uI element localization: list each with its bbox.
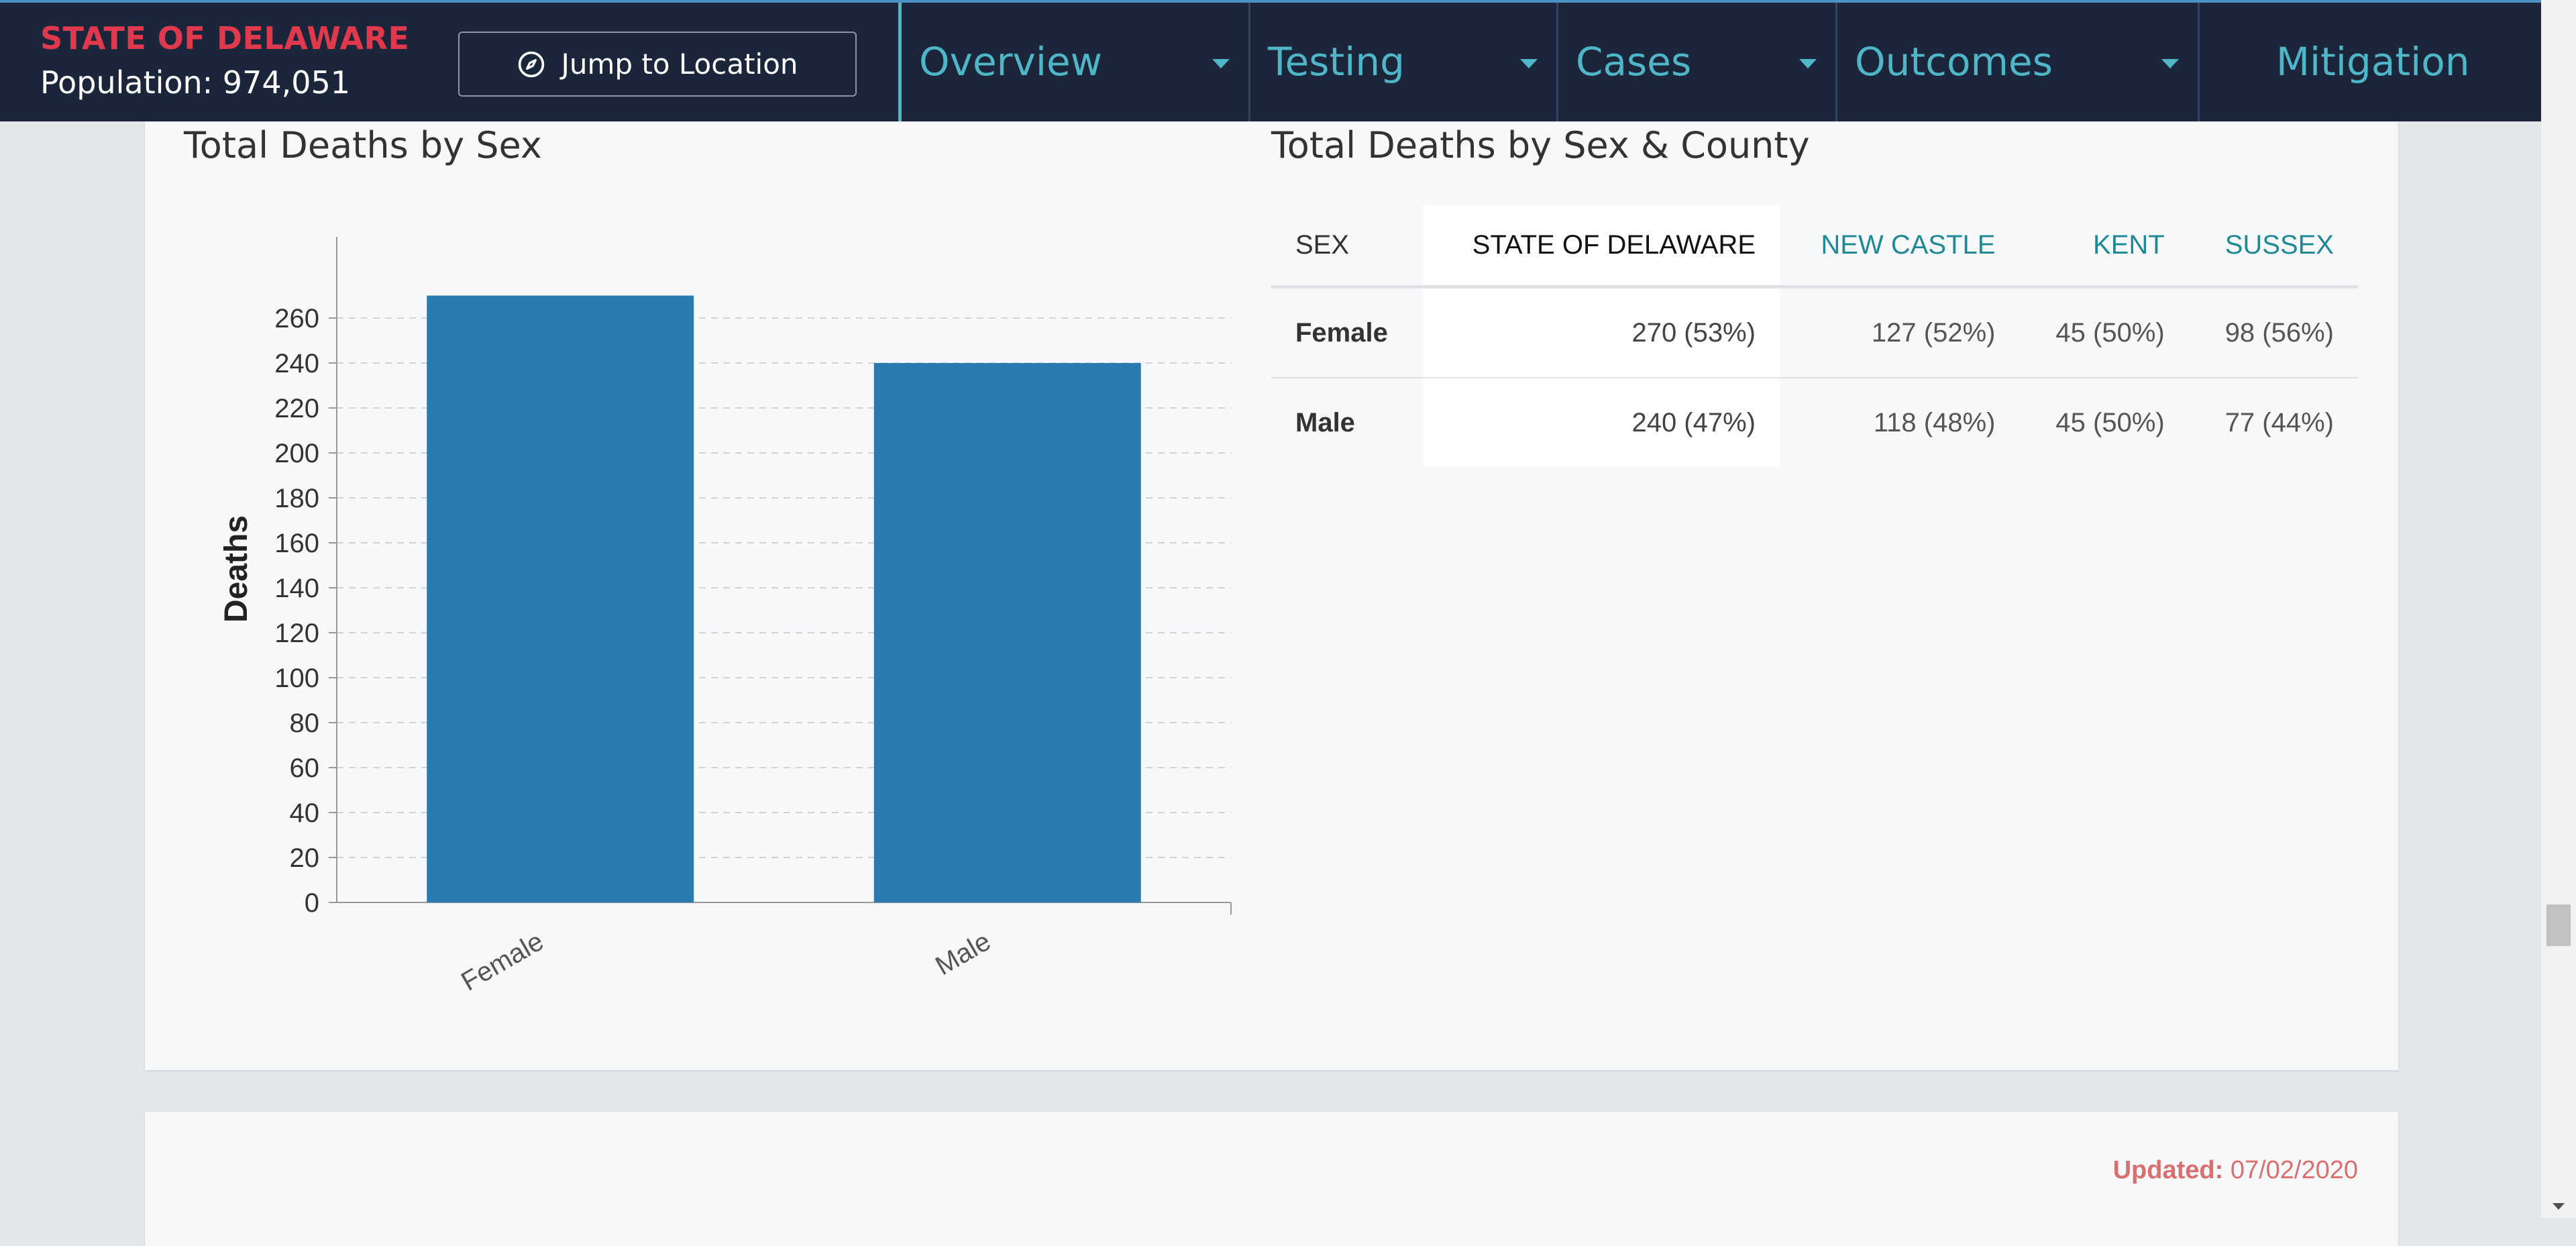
bar-male [873, 363, 1141, 902]
y-axis-title: Deaths [219, 515, 254, 623]
top-navigation-bar: STATE OF DELAWARE Population: 974,051 Ju… [0, 0, 2541, 124]
column-header-sussex[interactable]: SUSSEX [2188, 205, 2358, 289]
jump-to-location-button[interactable]: Jump to Location [458, 32, 857, 97]
cell-state: 240 (47%) [1422, 378, 1780, 467]
updated-label: Updated: [2112, 1156, 2224, 1184]
nav-tab-label: Overview [919, 39, 1103, 85]
cell-sussex: 77 (44%) [2224, 407, 2334, 437]
updated-date: 07/02/2020 [2230, 1156, 2358, 1184]
chevron-down-icon [1212, 59, 1230, 68]
scroll-down-arrow-icon[interactable] [2553, 1203, 2565, 1210]
y-tick-label: 40 [290, 798, 320, 828]
location-name: STATE OF DELAWARE [40, 20, 410, 56]
deaths-by-sex-title: Total Deaths by Sex [184, 124, 542, 166]
compass-icon [519, 51, 545, 77]
cell-state: 270 (53%) [1422, 287, 1780, 378]
nav-tab-outcomes[interactable]: Outcomes [1835, 3, 2198, 124]
cell-new-castle: 127 (52%) [1780, 287, 2020, 378]
nav-tab-overview[interactable]: Overview [898, 3, 1248, 124]
next-section-panel: Updated: 07/02/2020 [145, 1112, 2398, 1246]
table-row-male: Male 240 (47%) 118 (48%) 45 (50%) 77 (44… [1271, 378, 2358, 467]
cell-new-castle: 118 (48%) [1873, 407, 1996, 437]
deaths-by-sex-chart: 0 20 40 60 80 100 120 140 160 180 200 220 240 260 Fema… [219, 237, 1232, 997]
row-label: Female [1271, 287, 1423, 378]
deaths-by-sex-county-title: Total Deaths by Sex & County [1271, 124, 1810, 166]
column-header-state[interactable]: STATE OF DELAWARE [1422, 205, 1780, 289]
chevron-down-icon [1520, 59, 1538, 68]
y-tick-label: 200 [274, 439, 319, 468]
scrollbar-thumb[interactable] [2546, 904, 2571, 946]
nav-tab-label: Outcomes [1855, 39, 2053, 85]
updated-stamp: Updated: 07/02/2020 [2113, 1156, 2358, 1185]
population-label: Population: 974,051 [40, 64, 351, 101]
y-tick-label: 120 [274, 619, 319, 648]
page-scrollbar[interactable] [2541, 0, 2576, 1218]
nav-tab-label: Mitigation [2276, 39, 2470, 85]
y-tick-label: 20 [290, 843, 320, 873]
y-tick-label: 100 [274, 664, 319, 693]
cell-kent: 45 (50%) [2055, 407, 2165, 437]
nav-tab-label: Cases [1576, 39, 1692, 85]
y-tick-label: 140 [274, 574, 319, 603]
column-header-new-castle[interactable]: NEW CASTLE [1780, 205, 2020, 289]
jump-to-location-label: Jump to Location [561, 48, 798, 81]
nav-tab-mitigation[interactable]: Mitigation [2198, 3, 2541, 124]
cell-kent: 45 (50%) [2019, 287, 2189, 378]
row-label: Male [1295, 407, 1355, 437]
nav-tab-testing[interactable]: Testing [1248, 3, 1556, 124]
y-tick-label: 220 [274, 394, 319, 423]
column-header-sex[interactable]: SEX [1271, 205, 1423, 289]
y-tick-label: 80 [290, 709, 320, 738]
table-header-row: SEX STATE OF DELAWARE NEW CASTLE KENT SU… [1271, 205, 2358, 289]
chevron-down-icon [1799, 59, 1817, 68]
table-row-female: Female 270 (53%) 127 (52%) 45 (50%) 98 (… [1271, 287, 2358, 378]
y-tick-label: 60 [290, 754, 320, 783]
column-header-kent[interactable]: KENT [2019, 205, 2189, 289]
x-category-label: Female [456, 927, 549, 997]
y-tick-label: 160 [274, 529, 319, 558]
deaths-by-sex-county-table: SEX STATE OF DELAWARE NEW CASTLE KENT SU… [1271, 205, 2358, 467]
y-tick-label: 0 [305, 888, 319, 918]
nav-tab-label: Testing [1268, 39, 1405, 85]
chevron-down-icon [2161, 59, 2179, 68]
y-tick-label: 240 [274, 349, 319, 378]
x-category-label: Male [930, 927, 996, 981]
bar-female [427, 295, 694, 902]
cell-sussex: 98 (56%) [2188, 287, 2358, 378]
nav-tab-cases[interactable]: Cases [1556, 3, 1835, 124]
y-tick-label: 260 [274, 304, 319, 333]
y-tick-label: 180 [274, 484, 319, 513]
location-brand: STATE OF DELAWARE Population: 974,051 [40, 20, 409, 101]
